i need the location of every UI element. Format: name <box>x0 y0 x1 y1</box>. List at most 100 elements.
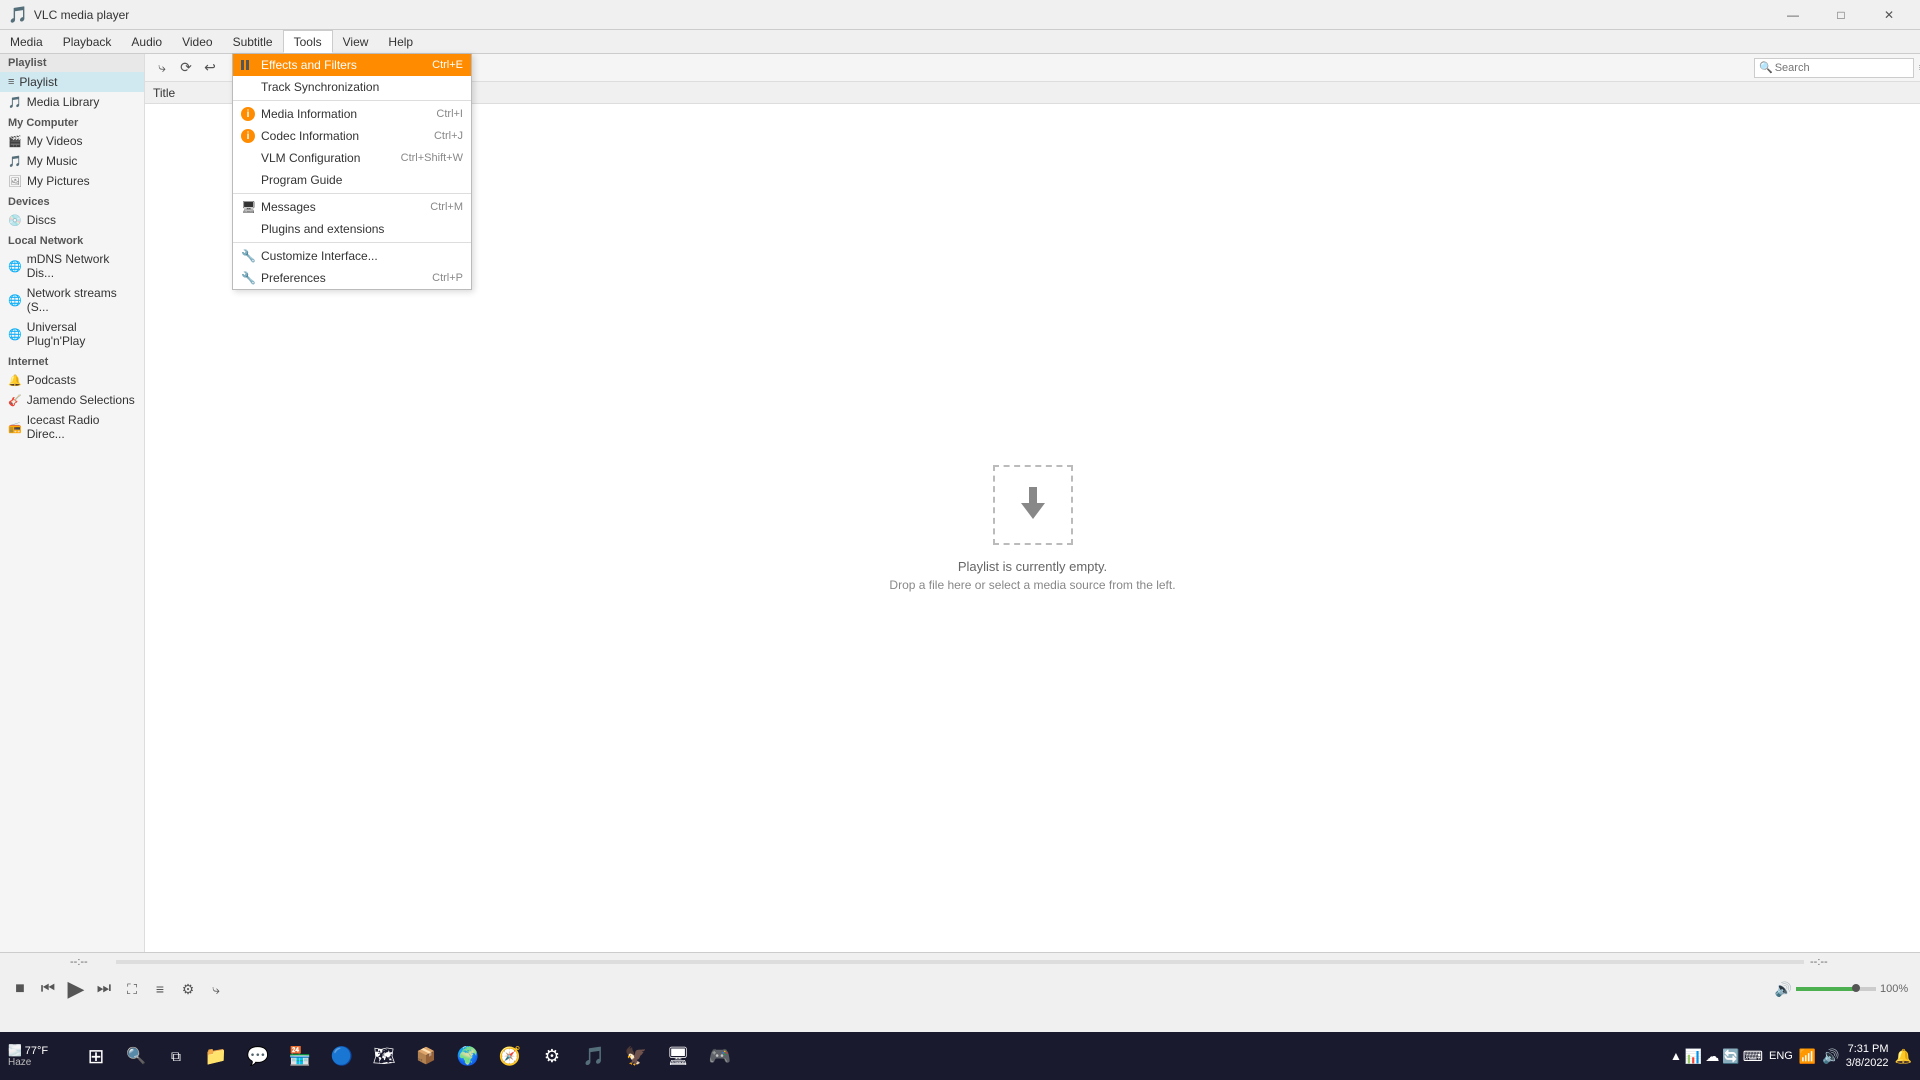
mdns-icon: 🌐 <box>8 260 22 273</box>
codec-info-label: Codec Information <box>261 129 359 143</box>
volume-handle <box>1852 984 1860 992</box>
customize-if-label: Customize Interface... <box>261 249 378 263</box>
my-pictures-icon: 🖼 <box>8 175 22 188</box>
menu-media[interactable]: Media <box>0 30 53 53</box>
tray-audio-icon[interactable]: 📊 <box>1685 1048 1702 1065</box>
menu-playback[interactable]: Playback <box>53 30 122 53</box>
extended-controls-btn[interactable]: ⚙ <box>176 977 200 1001</box>
media-info-shortcut: Ctrl+I <box>436 108 463 120</box>
start-button[interactable]: ⊞ <box>76 1036 116 1076</box>
local-network-label: Local Network <box>8 235 83 247</box>
menu-view[interactable]: View <box>333 30 379 53</box>
sidebar-discs-label: Discs <box>27 213 56 227</box>
play-button[interactable]: ▶ <box>64 977 88 1001</box>
maximize-button[interactable]: □ <box>1818 0 1864 30</box>
taskbar-settings[interactable]: ⚙ <box>532 1036 572 1076</box>
clock[interactable]: 7:31 PM 3/8/2022 <box>1846 1042 1889 1071</box>
taskbar-search[interactable]: 🔍 <box>116 1036 156 1076</box>
next-button[interactable]: ⏭ <box>92 977 116 1001</box>
search-input[interactable] <box>1775 62 1917 74</box>
menu-vlm-config[interactable]: VLM Configuration Ctrl+Shift+W <box>233 147 471 169</box>
close-button[interactable]: ✕ <box>1866 0 1912 30</box>
jamendo-icon: 🎸 <box>8 394 22 407</box>
task-view-btn[interactable]: ⧉ <box>156 1036 196 1076</box>
toolbar-loop-btn[interactable]: ↩ <box>199 57 221 79</box>
taskbar-browser[interactable]: 🦅 <box>616 1036 656 1076</box>
taskbar-maps[interactable]: 🗺 <box>364 1036 404 1076</box>
tray-expand-icon[interactable]: ▲ <box>1670 1049 1682 1063</box>
customize-icon: 🔧 <box>241 249 255 263</box>
sidebar-discs[interactable]: 💿 Discs <box>0 210 144 230</box>
sidebar-playlist[interactable]: ≡ Playlist <box>0 72 144 92</box>
sidebar-my-videos-label: My Videos <box>27 134 83 148</box>
menu-help[interactable]: Help <box>378 30 423 53</box>
mute-button[interactable]: 🔊 <box>1775 981 1792 998</box>
sidebar-my-music[interactable]: 🎵 My Music <box>0 151 144 171</box>
menu-codec-info[interactable]: i Codec Information Ctrl+J <box>233 125 471 147</box>
sidebar-my-music-label: My Music <box>27 154 78 168</box>
wifi-icon[interactable]: 📶 <box>1799 1048 1816 1065</box>
stop-button[interactable]: ■ <box>8 977 32 1001</box>
taskbar-apps: 📁 💬 🏪 🔵 🗺 📦 🌍 🧭 ⚙ 🎵 🦅 🖥 🎮 <box>196 1036 740 1076</box>
clock-time: 7:31 PM <box>1846 1042 1889 1056</box>
volume-tray-icon[interactable]: 🔊 <box>1822 1048 1839 1065</box>
minimize-button[interactable]: — <box>1770 0 1816 30</box>
menu-video[interactable]: Video <box>172 30 222 53</box>
notification-btn[interactable]: 🔔 <box>1895 1048 1912 1065</box>
taskbar-edge[interactable]: 🔵 <box>322 1036 362 1076</box>
menu-track-sync[interactable]: Track Synchronization <box>233 76 471 98</box>
menu-subtitle[interactable]: Subtitle <box>223 30 283 53</box>
menu-effects-filters[interactable]: Effects and Filters Ctrl+E <box>233 54 471 76</box>
menu-customize-if[interactable]: 🔧 Customize Interface... <box>233 245 471 267</box>
toolbar-random-btn[interactable]: ⤷ <box>151 57 173 79</box>
preferences-icon: 🔧 <box>241 271 255 285</box>
taskbar-monitor[interactable]: 🖥 <box>658 1036 698 1076</box>
sidebar-my-pictures[interactable]: 🖼 My Pictures <box>0 171 144 191</box>
my-computer-label: My Computer <box>8 117 78 129</box>
sidebar-my-videos[interactable]: 🎬 My Videos <box>0 131 144 151</box>
taskbar-explorer[interactable]: 📁 <box>196 1036 236 1076</box>
sidebar-jamendo[interactable]: 🎸 Jamendo Selections <box>0 390 144 410</box>
volume-track[interactable] <box>1796 987 1876 991</box>
devices-label: Devices <box>8 196 50 208</box>
taskbar-store[interactable]: 🏪 <box>280 1036 320 1076</box>
menu-audio[interactable]: Audio <box>121 30 172 53</box>
my-computer-header: My Computer <box>0 112 144 131</box>
sidebar-icecast[interactable]: 📻 Icecast Radio Direc... <box>0 410 144 444</box>
taskbar-vlc[interactable]: 🎵 <box>574 1036 614 1076</box>
taskbar-chrome[interactable]: 🌍 <box>448 1036 488 1076</box>
sidebar-podcasts[interactable]: 🔔 Podcasts <box>0 370 144 390</box>
fullscreen-button[interactable]: ⛶ <box>120 977 144 1001</box>
language-indicator[interactable]: ENG <box>1769 1050 1793 1062</box>
sidebar-mdns[interactable]: 🌐 mDNS Network Dis... <box>0 249 144 283</box>
menu-messages[interactable]: 🖥 Messages Ctrl+M <box>233 196 471 218</box>
tray-keyboard-icon[interactable]: ⌨ <box>1743 1048 1763 1065</box>
loop-btn[interactable]: ⤷ <box>204 977 228 1001</box>
taskbar-maps2[interactable]: 🧭 <box>490 1036 530 1076</box>
toolbar-repeat-btn[interactable]: ⟳ <box>175 57 197 79</box>
messages-label: Messages <box>261 200 316 214</box>
menu-media-info[interactable]: i Media Information Ctrl+I <box>233 103 471 125</box>
taskbar-gamepad[interactable]: 🎮 <box>700 1036 740 1076</box>
menu-plugins-ext[interactable]: Plugins and extensions <box>233 218 471 240</box>
playlist-section-header: Playlist <box>0 54 144 72</box>
taskbar-chat[interactable]: 💬 <box>238 1036 278 1076</box>
sidebar-network-streams[interactable]: 🌐 Network streams (S... <box>0 283 144 317</box>
progress-track[interactable] <box>116 960 1804 964</box>
sidebar-universal-plug[interactable]: 🌐 Universal Plug'n'Play <box>0 317 144 351</box>
playlist-section-label: Playlist <box>8 57 47 69</box>
vlm-config-label: VLM Configuration <box>261 151 360 165</box>
menu-program-guide[interactable]: Program Guide <box>233 169 471 191</box>
effects-filters-shortcut: Ctrl+E <box>432 59 463 71</box>
internet-label: Internet <box>8 356 48 368</box>
weather-widget: 🌫️ 77°F Haze <box>8 1044 68 1068</box>
devices-header: Devices <box>0 191 144 210</box>
sidebar-media-library[interactable]: 🎵 Media Library <box>0 92 144 112</box>
menu-tools[interactable]: Tools <box>283 30 333 53</box>
tray-cloud-icon[interactable]: ☁ <box>1705 1048 1719 1065</box>
playlist-toggle-btn[interactable]: ≡ <box>148 977 172 1001</box>
taskbar-dropbox[interactable]: 📦 <box>406 1036 446 1076</box>
menu-preferences[interactable]: 🔧 Preferences Ctrl+P <box>233 267 471 289</box>
tray-update-icon[interactable]: 🔄 <box>1722 1048 1739 1065</box>
prev-button[interactable]: ⏮ <box>36 977 60 1001</box>
